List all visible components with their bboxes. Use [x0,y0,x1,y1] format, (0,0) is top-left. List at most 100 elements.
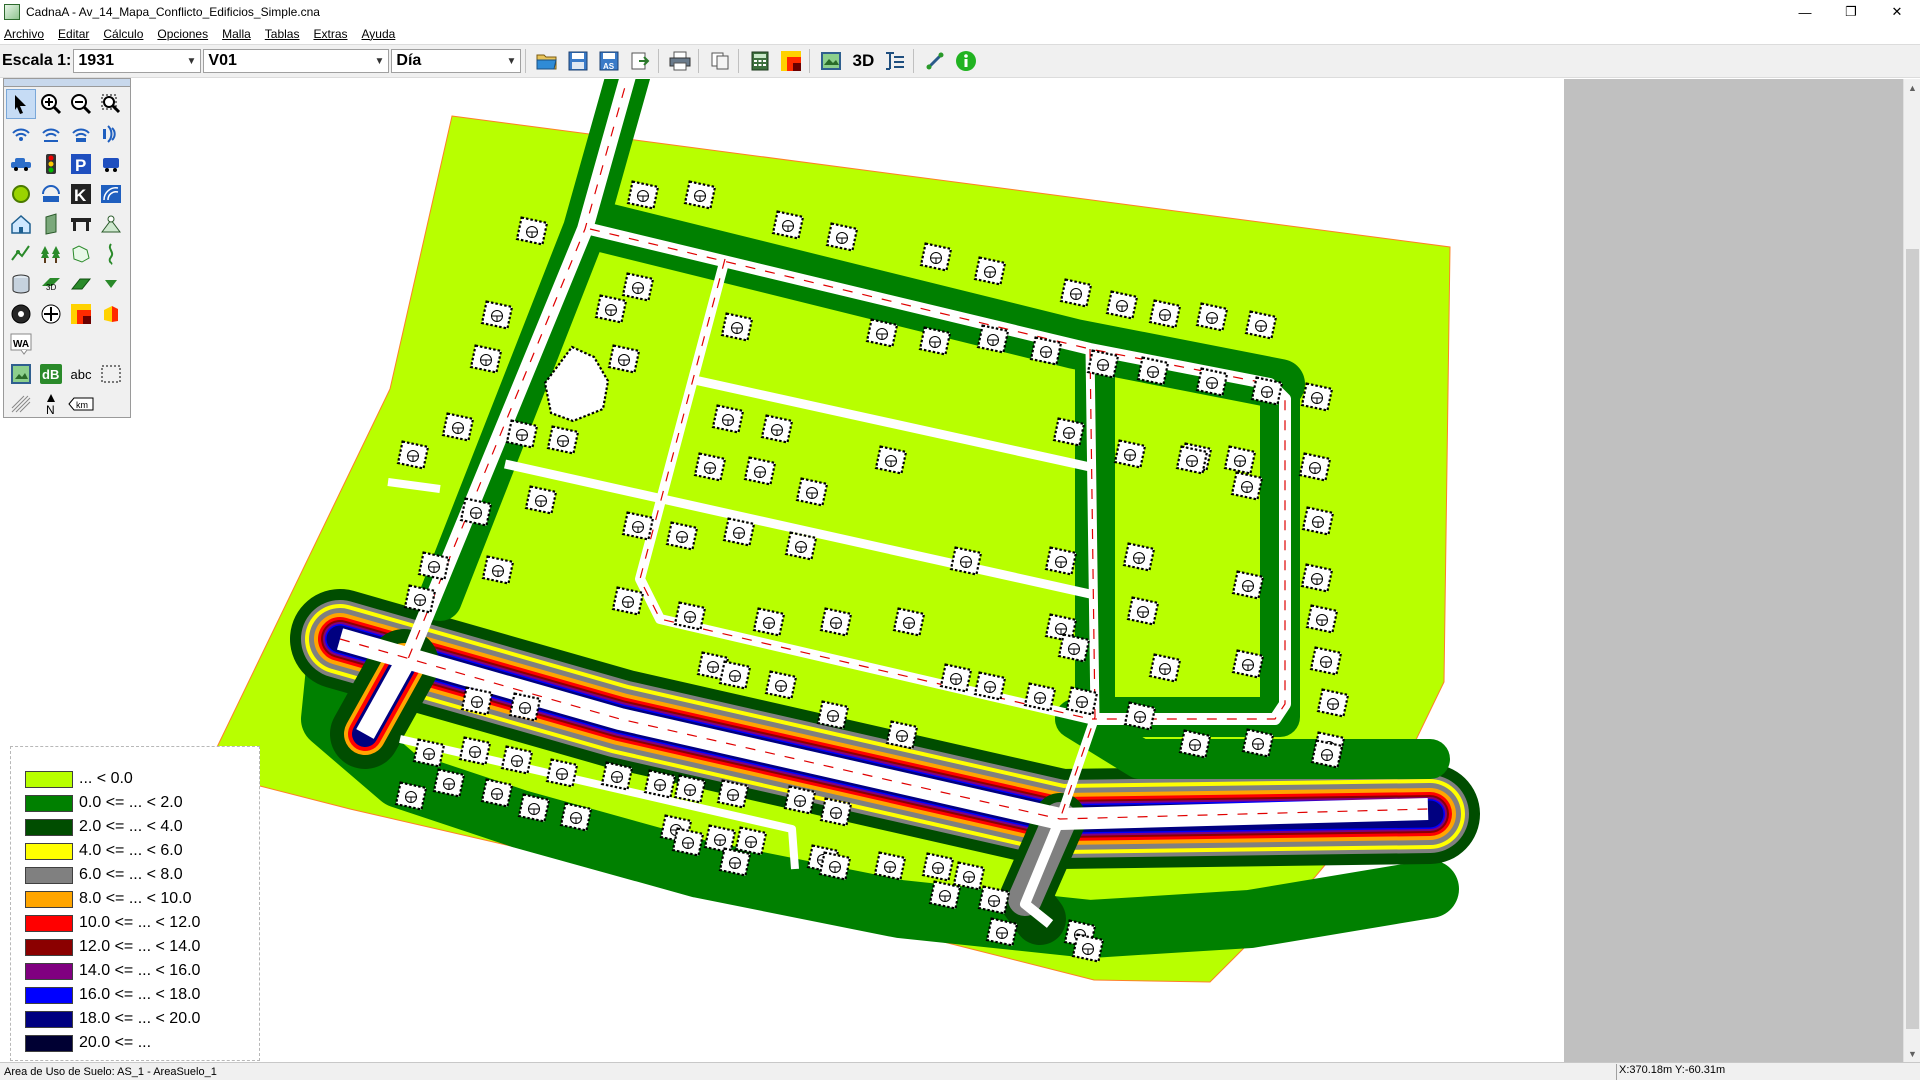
menu-ayuda[interactable]: Ayuda [362,27,396,41]
table-icon [886,52,905,70]
zoom-out-icon[interactable] [66,89,96,119]
area-source-icon[interactable] [66,119,96,149]
cylinder-object-icon[interactable] [96,209,126,239]
toolbar-separator [738,49,740,73]
kilometer-icon[interactable]: K [66,179,96,209]
barrier-icon[interactable] [96,179,126,209]
tool-palette: P K 3D WA dB abc N km [3,78,131,418]
traffic-light-icon[interactable] [36,149,66,179]
menu-calculo[interactable]: Cálculo [103,27,143,41]
legend-label: 14.0 <= ... < 16.0 [79,962,201,979]
legend-row: 20.0 <= ... [25,1031,259,1055]
contour-icon[interactable] [6,239,36,269]
3d-view-button[interactable]: 3D [848,47,878,75]
minimize-button[interactable]: — [1782,0,1828,24]
dropdown-marker-icon[interactable] [96,269,126,299]
measure-button[interactable] [921,47,949,75]
menu-opciones[interactable]: Opciones [157,27,208,41]
toolbar-separator [913,49,915,73]
cylinder-icon[interactable] [6,269,36,299]
bridge-icon[interactable] [66,209,96,239]
title-bar: CadnaA - Av_14_Mapa_Conflicto_Edificios_… [0,0,1920,24]
menu-extras[interactable]: Extras [313,27,347,41]
period-value: Día [396,52,422,69]
save-button[interactable] [564,47,592,75]
hatching-icon[interactable] [6,389,36,419]
scale-label: Escala 1: [2,52,72,69]
close-button[interactable]: ✕ [1874,0,1920,24]
svg-text:3D: 3D [46,283,56,292]
3d-reflector-icon[interactable]: 3D [36,269,66,299]
receiver-icon[interactable] [6,299,36,329]
legend-swatch [25,986,73,1004]
image-icon[interactable] [6,359,36,389]
db-icon[interactable]: dB [36,359,66,389]
vertical-scrollbar[interactable]: ▲ ▼ [1903,79,1920,1062]
zoom-in-icon[interactable] [36,89,66,119]
legend-row: 12.0 <= ... < 14.0 [25,935,259,959]
grid-color-button[interactable] [777,47,805,75]
legend-swatch [25,794,73,812]
object-tree-button[interactable] [817,47,845,75]
km-label: km [76,400,88,410]
measure-icon [926,52,944,70]
wall-icon[interactable] [36,209,66,239]
terrain-line-icon[interactable] [96,239,126,269]
status-object-text: Area de Uso de Suelo: AS_1 - AreaSuelo_1 [4,1065,217,1078]
legend-row: 4.0 <= ... < 6.0 [25,839,259,863]
tunnel-icon[interactable] [36,179,66,209]
info-button[interactable] [952,47,980,75]
chevron-down-icon: ▼ [186,55,197,67]
scroll-thumb[interactable] [1906,249,1919,1029]
text-abc-icon[interactable]: abc [66,359,96,389]
table-button[interactable] [881,47,909,75]
legend-swatch [25,842,73,860]
export-button[interactable] [626,47,654,75]
parking-icon[interactable]: P [66,149,96,179]
wa-icon[interactable]: WA [6,329,36,359]
toolbar-separator [698,49,700,73]
noise-map-icon[interactable] [66,299,96,329]
scale-combo[interactable]: 1931 ▼ [73,49,202,73]
scroll-down-icon[interactable]: ▼ [1904,1045,1920,1062]
menu-archivo[interactable]: Archivo [4,27,44,41]
menu-tablas[interactable]: Tablas [265,27,300,41]
menu-editar[interactable]: Editar [58,27,89,41]
railway-icon[interactable] [96,149,126,179]
selection-box-icon[interactable] [96,359,126,389]
period-combo[interactable]: Día ▼ [391,49,522,73]
vertical-source-icon[interactable] [96,119,126,149]
menu-bar: Archivo Editar Cálculo Opciones Malla Ta… [0,24,1920,44]
print-button[interactable] [666,47,694,75]
menu-malla[interactable]: Malla [222,27,251,41]
calculator-button[interactable] [746,47,774,75]
road-icon[interactable] [6,149,36,179]
maximize-button[interactable]: ❐ [1828,0,1874,24]
variant-combo[interactable]: V01 ▼ [203,49,390,73]
save-as-button[interactable]: AS [595,47,623,75]
area-icon[interactable] [66,239,96,269]
km-label-icon[interactable]: km [66,389,96,419]
svg-text:AS: AS [603,62,615,71]
legend-row: 16.0 <= ... < 18.0 [25,983,259,1007]
legend-label: 2.0 <= ... < 4.0 [79,818,183,835]
facade-icon[interactable] [96,299,126,329]
building-icon[interactable] [6,209,36,239]
select-arrow-icon[interactable] [6,89,36,119]
open-button[interactable] [533,47,561,75]
legend-swatch [25,818,73,836]
toolbar-separator [658,49,660,73]
trees-icon[interactable] [36,239,66,269]
legend-row: 6.0 <= ... < 8.0 [25,863,259,887]
zoom-window-icon[interactable] [96,89,126,119]
open-icon [536,54,558,70]
ground-absorption-icon[interactable] [66,269,96,299]
copy-button[interactable] [706,47,734,75]
crossing-icon[interactable] [36,299,66,329]
north-arrow-icon[interactable]: N [36,389,66,419]
point-source-icon[interactable] [6,119,36,149]
industry-icon[interactable] [6,179,36,209]
palette-header[interactable] [4,79,130,87]
line-source-icon[interactable] [36,119,66,149]
scroll-up-icon[interactable]: ▲ [1904,79,1920,96]
